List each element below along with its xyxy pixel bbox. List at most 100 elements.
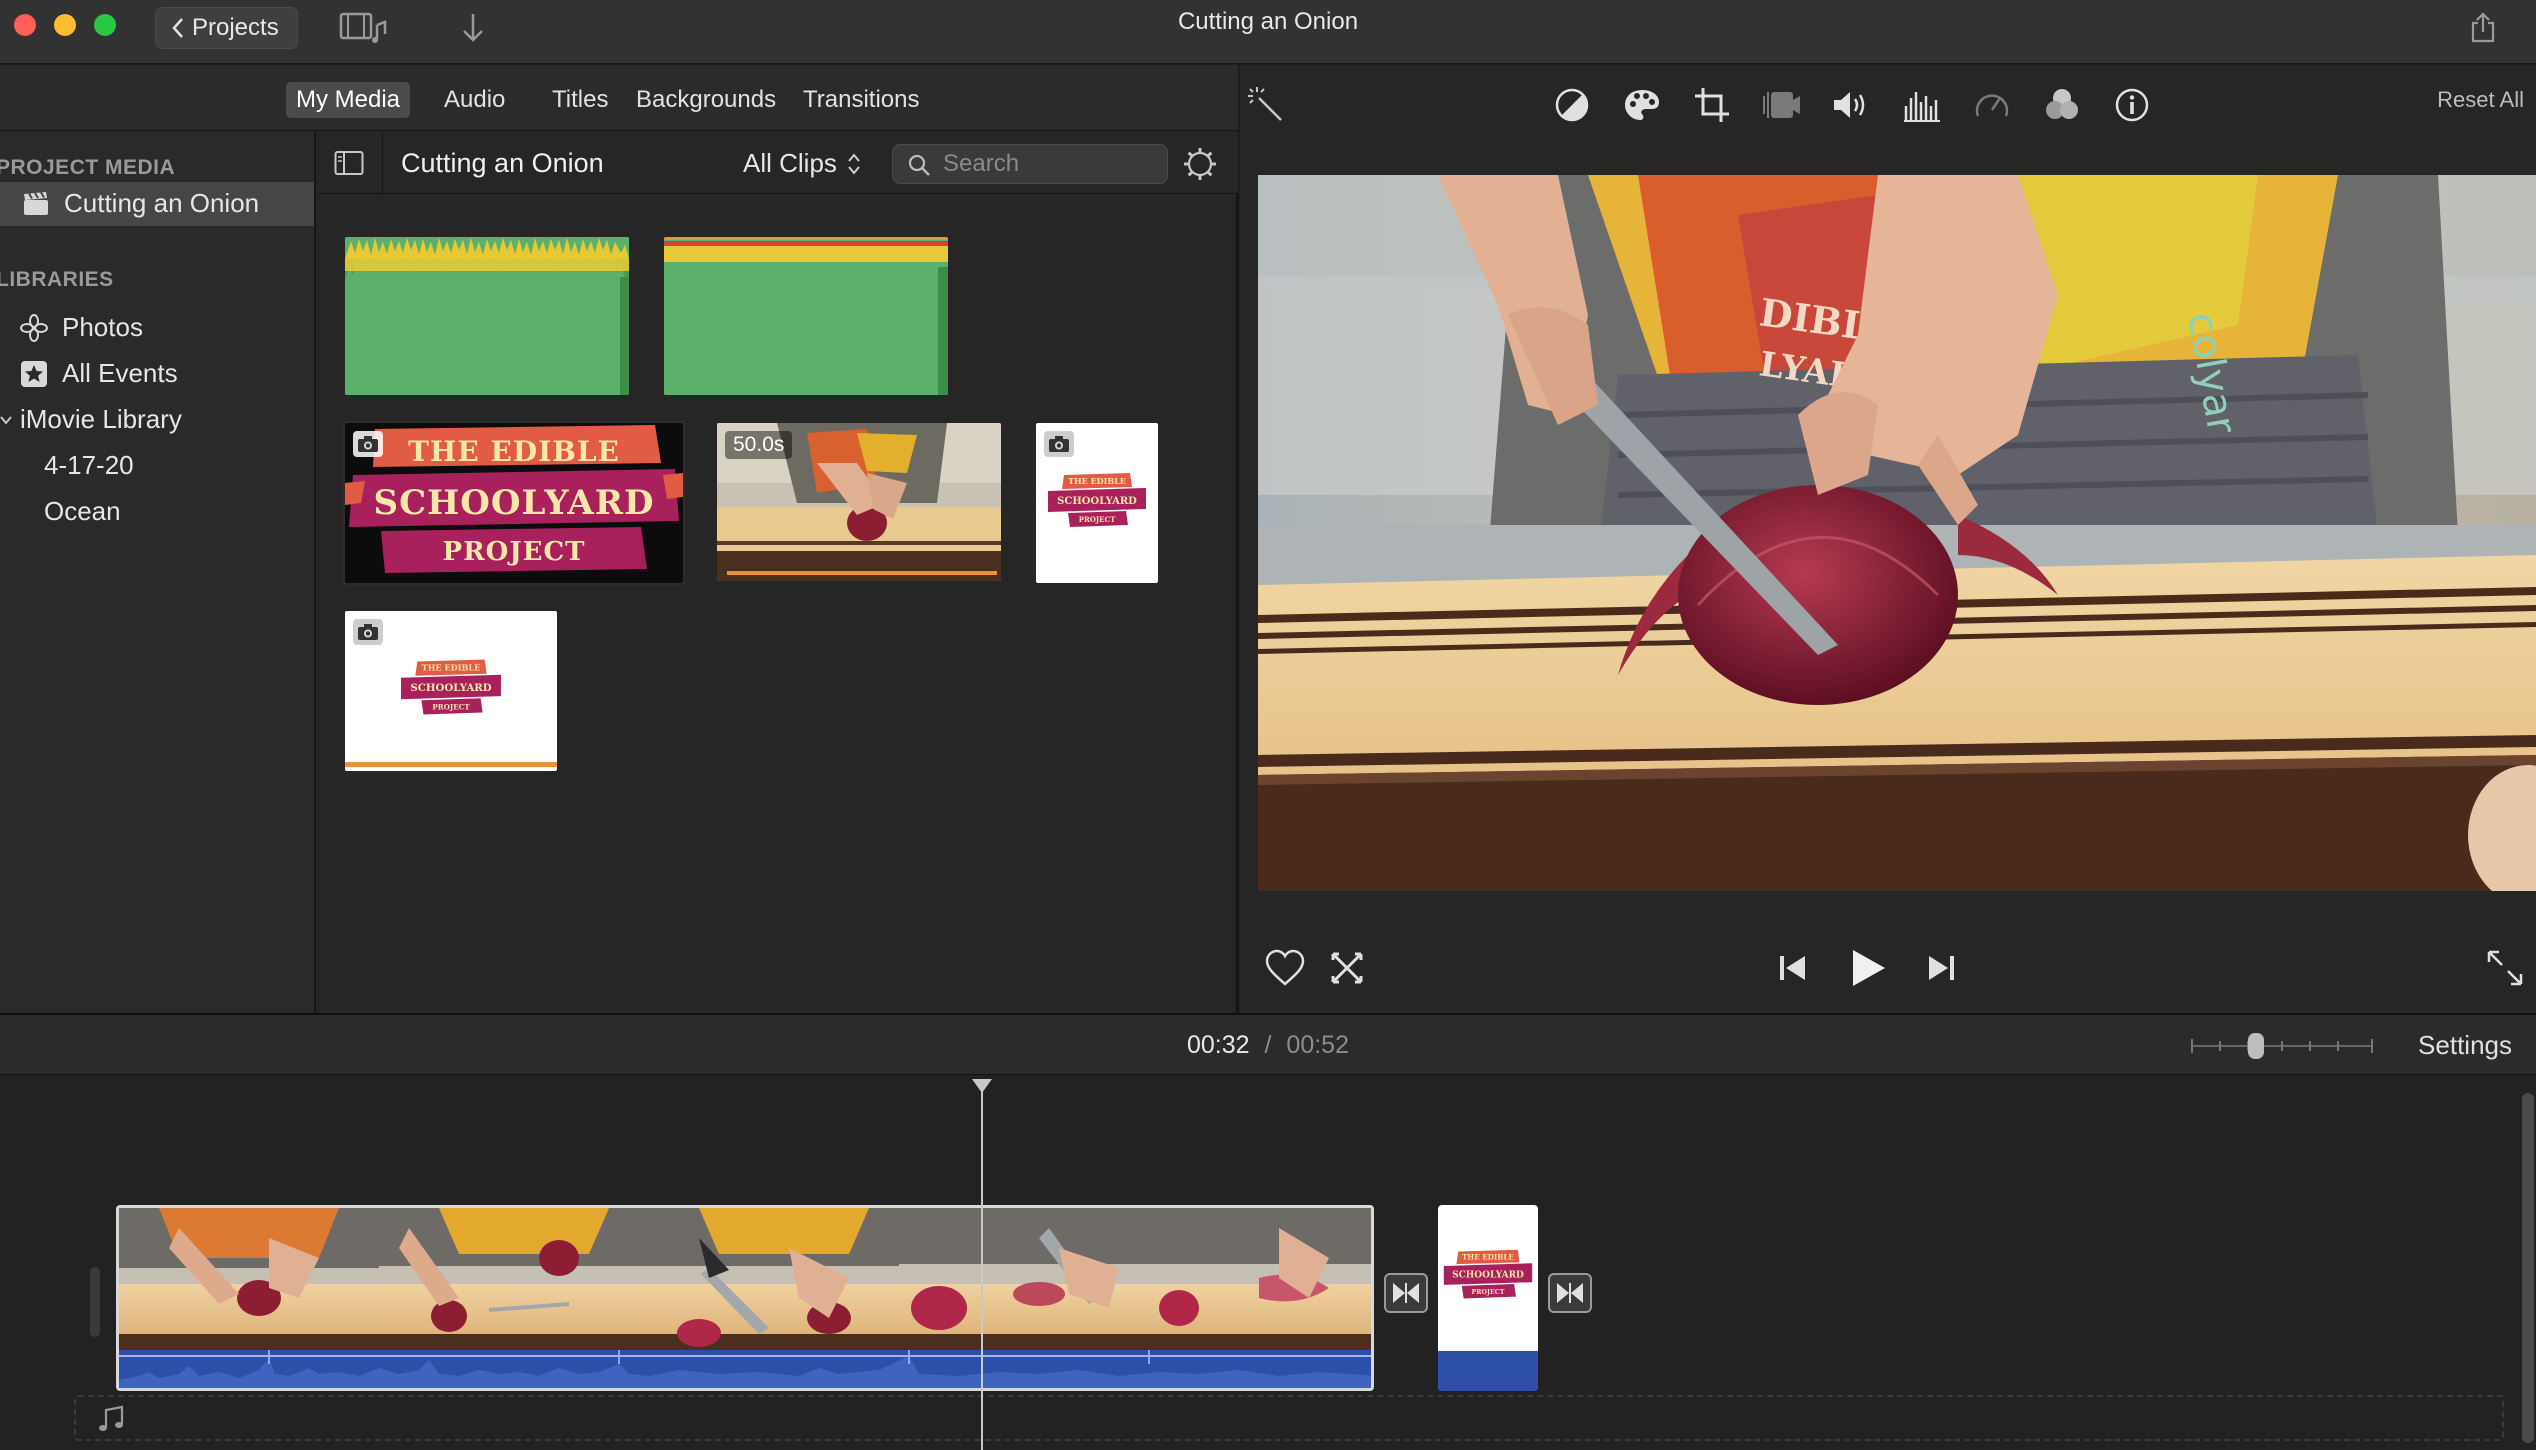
sidebar-item-event-ocean[interactable]: Ocean <box>44 496 121 527</box>
camera-badge <box>1044 431 1074 457</box>
crop-icon <box>1695 88 1729 122</box>
share-button[interactable] <box>2466 8 2500 48</box>
audio-waveform <box>664 237 948 395</box>
image-clip-edible-schoolyard[interactable]: THE EDIBLE SCHOOLYARD PROJECT <box>343 421 685 585</box>
star-icon <box>21 360 47 387</box>
sidebar-item-photos-label: Photos <box>62 312 143 342</box>
tab-audio[interactable]: Audio <box>434 82 515 118</box>
color-correction-button[interactable] <box>1622 85 1662 125</box>
enhance-button[interactable] <box>1246 85 1286 125</box>
clip-filter-select[interactable]: All Clips <box>743 148 861 179</box>
sidebar-item-photos[interactable]: Photos <box>20 312 143 343</box>
clip-audio-waveform[interactable] <box>119 1350 1371 1388</box>
libraries-header: LIBRARIES <box>0 268 114 291</box>
palette-icon <box>1625 90 1659 120</box>
crop-button[interactable] <box>1692 85 1732 125</box>
clip-duration-badge: 50.0s <box>725 431 793 459</box>
sidebar-toggle-icon[interactable] <box>334 150 364 176</box>
timeline-vertical-scrollbar[interactable] <box>2522 1093 2534 1443</box>
playhead[interactable] <box>981 1085 983 1450</box>
audio-waveform <box>119 1350 1371 1388</box>
svg-text:SCHOOLYARD: SCHOOLYARD <box>410 682 491 694</box>
timeline-left-handle[interactable] <box>90 1267 100 1337</box>
banner-line-2: SCHOOLYARD <box>373 483 655 523</box>
play-button[interactable] <box>1842 943 1892 993</box>
svg-text:PROJECT: PROJECT <box>1472 1289 1505 1296</box>
current-time: 00:32 <box>1187 1031 1250 1059</box>
fullscreen-button[interactable] <box>2480 943 2530 993</box>
filter-circles-icon <box>2046 89 2078 119</box>
image-clip-title-card-1[interactable]: THE EDIBLE SCHOOLYARD PROJECT <box>1036 423 1158 583</box>
audio-clip-1[interactable] <box>345 237 629 395</box>
tab-backgrounds[interactable]: Backgrounds <box>626 82 786 118</box>
sidebar-item-imovie-library[interactable]: iMovie Library <box>0 404 182 435</box>
search-field[interactable] <box>892 144 1168 184</box>
stabilization-button[interactable] <box>1762 85 1802 125</box>
background-music-well[interactable] <box>74 1395 2504 1441</box>
mini-banner: THE EDIBLE SCHOOLYARD PROJECT <box>1443 1249 1533 1299</box>
sidebar-item-project[interactable]: Cutting an Onion <box>22 188 259 219</box>
up-down-chevron-icon <box>848 152 860 175</box>
reject-button[interactable] <box>1322 943 1372 993</box>
tab-my-media[interactable]: My Media <box>286 82 411 118</box>
noise-reduction-button[interactable] <box>1902 85 1942 125</box>
used-range-bar <box>345 762 557 767</box>
gear-icon[interactable] <box>1182 146 1218 182</box>
reject-x-icon <box>1331 952 1363 984</box>
zoom-slider-track <box>2191 1033 2373 1059</box>
sidebar-item-all-events-label: All Events <box>62 358 178 388</box>
sidebar-item-imovie-library-label: iMovie Library <box>20 404 182 434</box>
skip-back-button[interactable] <box>1768 943 1818 993</box>
media-browser: My Media Audio Titles Backgrounds Transi… <box>0 65 1238 1013</box>
play-icon <box>1853 950 1885 986</box>
video-camera-icon <box>1763 92 1800 118</box>
clip-filter-button[interactable] <box>2042 85 2082 125</box>
reset-all-button[interactable]: Reset All <box>2437 87 2524 113</box>
disclosure-chevron-icon[interactable] <box>0 413 12 427</box>
volume-button[interactable] <box>1832 85 1872 125</box>
title-clip-audio-strip <box>1438 1351 1538 1391</box>
photos-flower-icon <box>20 313 48 342</box>
filmstrip-frames <box>119 1208 1371 1350</box>
timeline: 00:32 / 00:52 Settings THE EDIBLE SCHOOL… <box>0 1013 2536 1450</box>
video-clip-cutting-onion[interactable]: 50.0s <box>717 423 1001 581</box>
skip-back-icon <box>1780 956 1805 980</box>
timeline-zoom-slider[interactable] <box>2190 1033 2374 1059</box>
search-icon <box>908 154 930 176</box>
equalizer-icon <box>1904 92 1940 122</box>
svg-text:SCHOOLYARD: SCHOOLYARD <box>1452 1271 1524 1281</box>
skip-forward-button[interactable] <box>1916 943 1966 993</box>
svg-text:THE EDIBLE: THE EDIBLE <box>422 663 481 673</box>
banner-line-1: THE EDIBLE <box>408 435 620 468</box>
tab-titles[interactable]: Titles <box>542 82 618 118</box>
share-icon <box>2471 12 2495 43</box>
image-clip-title-card-2[interactable]: THE EDIBLE SCHOOLYARD PROJECT <box>345 611 557 771</box>
expand-arrows-icon <box>2487 950 2523 986</box>
window-title: Cutting an Onion <box>1177 8 1359 35</box>
svg-text:THE EDIBLE: THE EDIBLE <box>1068 476 1126 486</box>
transition-button-1[interactable] <box>1384 1273 1428 1313</box>
sidebar-item-all-events[interactable]: All Events <box>20 358 178 389</box>
timeline-settings-button[interactable]: Settings <box>2418 1030 2512 1061</box>
camera-icon <box>358 624 378 640</box>
search-input[interactable] <box>943 149 1153 179</box>
tab-transitions[interactable]: Transitions <box>793 82 929 118</box>
favorite-button[interactable] <box>1260 943 1310 993</box>
music-note-icon <box>99 1405 124 1431</box>
clip-info-button[interactable] <box>2112 85 2152 125</box>
sidebar-item-event-4-17-20[interactable]: 4-17-20 <box>44 450 134 481</box>
mini-banner: THE EDIBLE SCHOOLYARD PROJECT <box>401 659 501 715</box>
color-balance-button[interactable] <box>1552 85 1592 125</box>
timeline-title-clip[interactable]: THE EDIBLE SCHOOLYARD PROJECT <box>1438 1205 1538 1391</box>
audio-clip-2[interactable] <box>664 237 948 395</box>
svg-text:PROJECT: PROJECT <box>1079 515 1116 524</box>
timeline-video-clip[interactable] <box>116 1205 1374 1391</box>
timeline-header: 00:32 / 00:52 Settings <box>0 1015 2536 1075</box>
video-preview[interactable]: DIBLE LYARD colyar <box>1258 175 2536 891</box>
speed-button[interactable] <box>1972 85 2012 125</box>
transition-button-2[interactable] <box>1548 1273 1592 1313</box>
browser-tabs: My Media Audio Titles Backgrounds Transi… <box>0 65 1238 131</box>
sidebar-item-project-label: Cutting an Onion <box>64 188 260 218</box>
clip-filter-label: All Clips <box>743 148 837 178</box>
banner-line-3: PROJECT <box>442 537 586 567</box>
